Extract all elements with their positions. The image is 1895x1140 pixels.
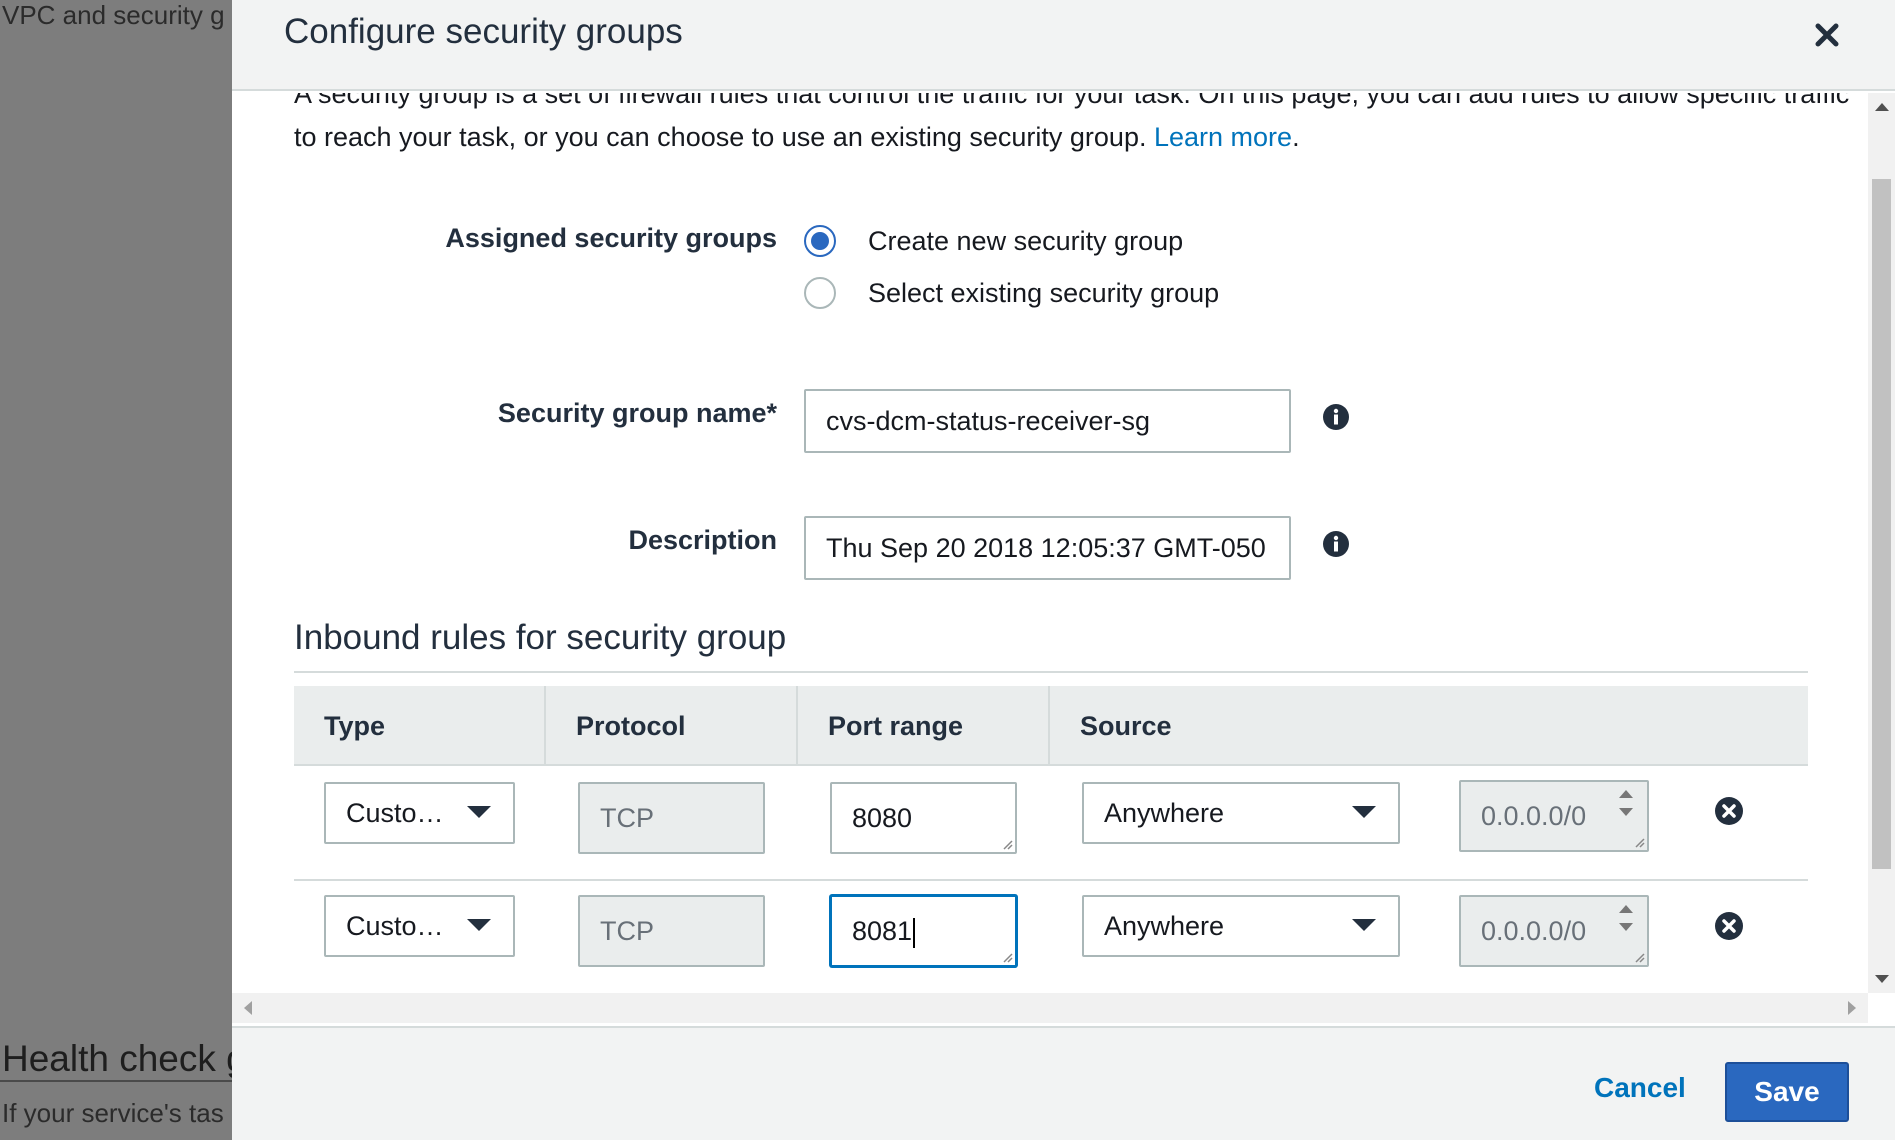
resize-grip-icon[interactable] [1001,838,1013,850]
save-button[interactable]: Save [1725,1062,1849,1122]
protocol-field: TCP [578,782,765,854]
column-header-source: Source [1080,711,1172,741]
port-range-input[interactable]: 8081 [830,895,1017,967]
horizontal-scrollbar[interactable] [232,993,1868,1023]
cancel-button[interactable]: Cancel [1594,1072,1686,1104]
info-icon[interactable] [1322,403,1350,431]
modal-header: Configure security groups [232,0,1895,91]
security-group-name-label: Security group name* [497,398,777,428]
source-select[interactable]: Anywhere [1082,782,1400,844]
port-range-value: 8081 [852,916,913,946]
radio-button-select-existing[interactable] [804,277,836,309]
background-heading: Health check g [2,1038,232,1079]
background-text: If your service's tas [2,1098,224,1128]
spinner-icon[interactable] [1615,786,1637,826]
remove-rule-icon[interactable] [1714,796,1744,826]
protocol-field: TCP [578,895,765,967]
modal-footer: Cancel Save [232,1026,1895,1140]
spinner-icon[interactable] [1615,901,1637,941]
type-select-value: Custo… [346,911,444,941]
modal-title: Configure security groups [284,12,683,51]
chevron-down-icon [1352,919,1376,931]
cidr-value: 0.0.0.0/0 [1481,916,1587,946]
description-label: Description [628,525,777,555]
radio-select-existing[interactable]: Select existing security group [804,273,1219,313]
close-icon[interactable] [1810,18,1844,52]
column-header-port-range: Port range [798,686,1050,766]
radio-create-new[interactable]: Create new security group [804,221,1183,261]
vertical-scrollbar[interactable] [1868,93,1895,993]
cidr-field: 0.0.0.0/0 [1459,895,1649,967]
background-page: VPC and security g Health check g If you… [0,0,232,1140]
source-select-value: Anywhere [1104,798,1225,828]
background-section-title: VPC and security g [2,0,225,30]
chevron-down-icon [467,919,491,931]
info-icon[interactable] [1322,530,1350,558]
description-input[interactable]: Thu Sep 20 2018 12:05:37 GMT-050 [804,516,1291,580]
text-cursor [913,917,916,948]
inbound-rules-title: Inbound rules for security group [294,618,787,657]
learn-more-link[interactable]: Learn more [1154,122,1292,152]
modal-body: A security group is a set of firewall ru… [232,93,1868,993]
source-select-value: Anywhere [1104,911,1225,941]
table-header: Type Protocol Port range Source [294,686,1808,766]
column-header-protocol: Protocol [546,686,798,766]
chevron-down-icon [467,806,491,818]
type-select[interactable]: Custo… [324,782,515,844]
intro-paragraph: A security group is a set of firewall ru… [294,93,1854,159]
scroll-right-icon[interactable] [1848,1001,1856,1015]
port-range-value: 8080 [852,803,913,833]
scroll-up-icon[interactable] [1875,103,1889,111]
scroll-left-icon[interactable] [244,1001,252,1015]
source-select[interactable]: Anywhere [1082,895,1400,957]
radio-button-create-new[interactable] [804,225,836,257]
resize-grip-icon[interactable] [1633,951,1645,963]
type-select-value: Custo… [346,798,444,828]
section-divider [294,671,1808,673]
table-row: Custo… TCP 8081 Anywhere 0.0.0.0/0 [294,883,1808,993]
column-header-type: Type [294,686,546,766]
intro-period: . [1292,122,1300,152]
type-select[interactable]: Custo… [324,895,515,957]
chevron-down-icon [1352,806,1376,818]
security-group-name-input[interactable]: cvs-dcm-status-receiver-sg [804,389,1291,453]
intro-text: A security group is a set of firewall ru… [294,93,1850,152]
port-range-input[interactable]: 8080 [830,782,1017,854]
scroll-down-icon[interactable] [1875,975,1889,983]
assigned-security-groups-label: Assigned security groups [445,223,777,253]
background-divider [0,1080,232,1082]
radio-label-select-existing[interactable]: Select existing security group [868,278,1219,309]
remove-rule-icon[interactable] [1714,911,1744,941]
configure-security-groups-modal: Configure security groups A security gro… [232,0,1895,1140]
cidr-value: 0.0.0.0/0 [1481,801,1587,831]
resize-grip-icon[interactable] [1001,951,1013,963]
cidr-field: 0.0.0.0/0 [1459,780,1649,852]
scrollbar-thumb[interactable] [1872,179,1891,869]
resize-grip-icon[interactable] [1633,836,1645,848]
table-row: Custo… TCP 8080 Anywhere 0.0.0.0/0 [294,768,1808,881]
radio-label-create-new[interactable]: Create new security group [868,226,1183,257]
